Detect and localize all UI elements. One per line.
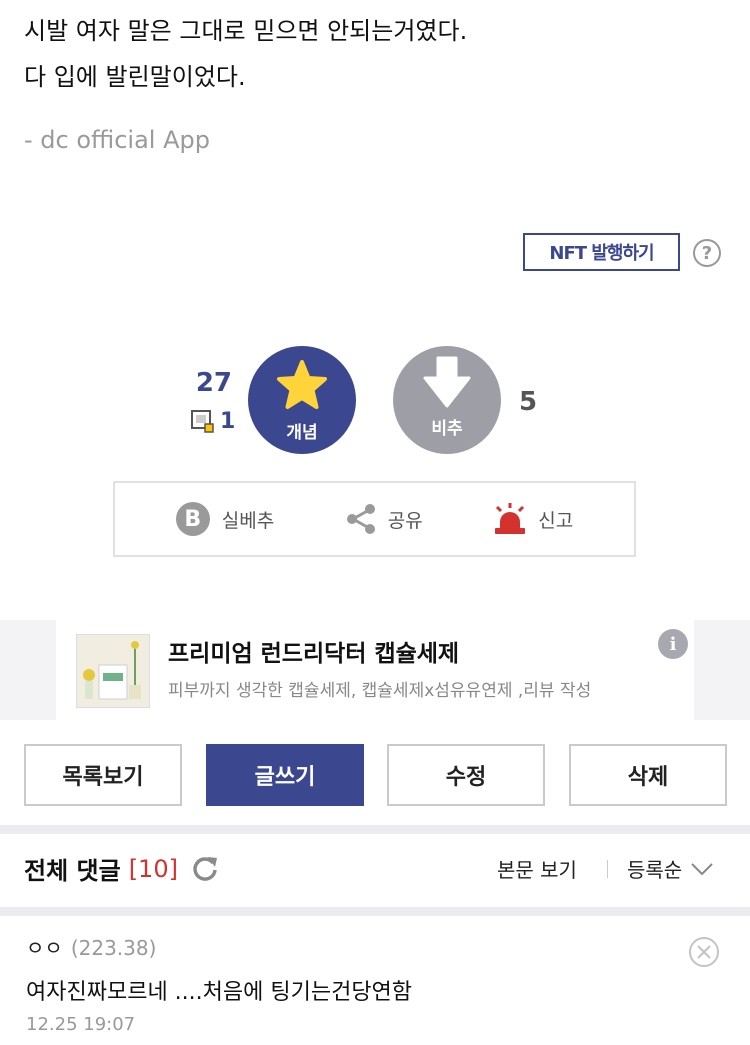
- separator: [607, 860, 608, 878]
- info-icon[interactable]: i: [658, 629, 688, 659]
- upvote-button[interactable]: 개념: [248, 346, 356, 454]
- report-label: 신고: [538, 509, 574, 532]
- comment-ip: (223.38): [70, 936, 157, 960]
- upvote-label: 개념: [286, 423, 318, 443]
- ad-thumbnail: [76, 634, 150, 708]
- view-body-button[interactable]: 본문 보기: [497, 854, 577, 883]
- downvote-button[interactable]: 비추: [393, 346, 501, 454]
- upvote-count: 27: [195, 368, 232, 398]
- report-button[interactable]: 신고: [492, 502, 573, 536]
- comment-date: 12.25 19:07: [26, 1014, 136, 1035]
- post-line: 시발 여자 말은 그대로 믿으면 안되는거였다.: [24, 17, 468, 45]
- downvote-count: 5: [519, 387, 538, 417]
- help-icon[interactable]: ?: [693, 239, 721, 267]
- sort-label: 등록순: [627, 858, 683, 882]
- ad-title: 프리미엄 런드리닥터 캡슐세제: [168, 641, 460, 667]
- comment-count: [10]: [128, 854, 178, 883]
- edit-button[interactable]: 수정: [387, 744, 545, 806]
- comments-title: 전체 댓글: [24, 857, 121, 885]
- ad-description: 피부까지 생각한 캡슐세제, 캡슐세제x섬유유연제 ,리뷰 작성: [168, 681, 592, 701]
- share-label: 공유: [387, 509, 423, 532]
- arrow-down-icon: [423, 356, 471, 408]
- ad-card[interactable]: 프리미엄 런드리닥터 캡슐세제 피부까지 생각한 캡슐세제, 캡슐세제x섬유유연…: [56, 620, 694, 720]
- b-badge-icon: B: [175, 502, 210, 536]
- comment-text: 여자진짜모르네 ....처음에 팅기는건당연함: [26, 980, 413, 1005]
- post-body: 시발 여자 말은 그대로 믿으면 안되는거였다. 다 입에 발린말이었다.: [24, 14, 724, 106]
- downvote-label: 비추: [431, 419, 463, 439]
- comments-header: 전체 댓글 [10]: [24, 851, 220, 886]
- section-divider: [0, 907, 750, 916]
- comment-nickname[interactable]: ㅇㅇ: [26, 936, 63, 960]
- write-button[interactable]: 글쓰기: [206, 744, 364, 806]
- post-line: 다 입에 발린말이었다.: [24, 63, 246, 91]
- chevron-down-icon: [691, 862, 713, 875]
- siren-icon: [495, 503, 526, 534]
- close-icon[interactable]: [688, 936, 720, 968]
- silbe-recommend-label: 실베추: [221, 509, 275, 532]
- post-actions: B 실베추 공유 신고: [113, 481, 636, 557]
- nft-issue-button[interactable]: NFT 발행하기: [523, 233, 680, 271]
- fixed-upvote: 1: [190, 408, 235, 434]
- post-signature: - dc official App: [24, 126, 210, 154]
- ad-banner: 프리미엄 런드리닥터 캡슐세제 피부까지 생각한 캡슐세제, 캡슐세제x섬유유연…: [0, 620, 750, 720]
- sort-dropdown[interactable]: 등록순: [627, 854, 714, 883]
- fixed-upvote-count: 1: [220, 408, 236, 434]
- list-button[interactable]: 목록보기: [24, 744, 182, 806]
- silbe-recommend-button[interactable]: B 실베추: [175, 502, 275, 536]
- share-button[interactable]: 공유: [344, 502, 423, 536]
- fixed-vote-icon: [191, 410, 214, 433]
- section-divider: [0, 825, 750, 834]
- comment-author: ㅇㅇ (223.38): [26, 932, 156, 961]
- refresh-icon[interactable]: [190, 854, 220, 884]
- delete-button[interactable]: 삭제: [569, 744, 727, 806]
- share-icon: [346, 504, 375, 534]
- star-icon: [277, 360, 327, 409]
